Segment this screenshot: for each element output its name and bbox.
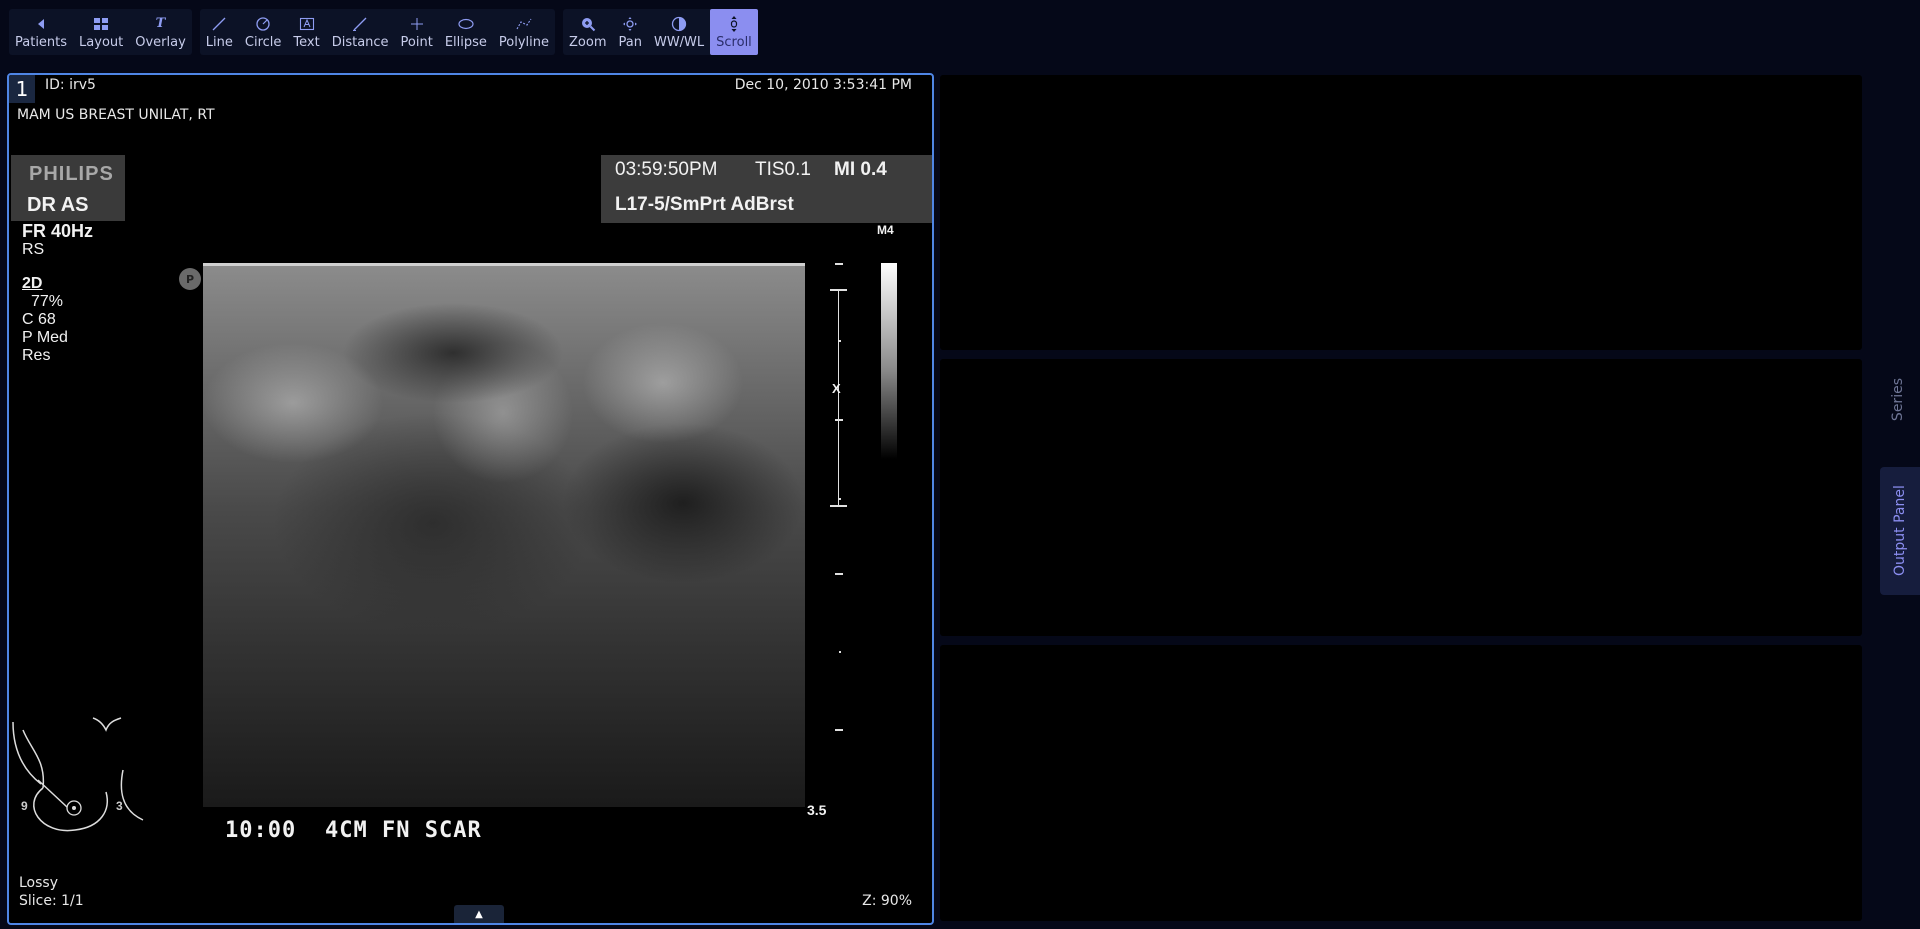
circle-icon: [254, 15, 272, 33]
contrast-icon: [670, 15, 688, 33]
viewport-4[interactable]: [940, 645, 1862, 921]
overlay-button[interactable]: T Overlay: [129, 9, 192, 55]
ellipse-button[interactable]: Ellipse: [439, 9, 493, 55]
persistence-setting: P Med: [22, 329, 68, 346]
frame-rate: FR 40Hz: [22, 221, 94, 241]
point-label: Point: [400, 34, 433, 50]
bodymark-right-label: 3: [116, 799, 123, 813]
distance-label: Distance: [331, 34, 389, 50]
text-italic-icon: T: [155, 16, 166, 31]
acquisition-time: 03:59:50PM: [615, 159, 718, 180]
viewport-3[interactable]: [940, 359, 1862, 636]
patient-id: ID: irv5: [45, 77, 96, 93]
focus-range-bottom: [830, 505, 847, 507]
depth-dot: [839, 498, 841, 500]
pan-label: Pan: [618, 34, 642, 50]
patients-label: Patients: [15, 34, 68, 50]
text-box-icon: [298, 15, 316, 33]
resolution-setting: Res: [22, 347, 51, 364]
layout-label: Layout: [79, 34, 124, 50]
annotation-clock: 10:00: [225, 818, 297, 843]
probe-preset: L17-5/SmPrt AdBrst: [615, 194, 794, 215]
polyline-label: Polyline: [498, 34, 550, 50]
zoom-button[interactable]: Zoom: [563, 9, 612, 55]
compression-setting: C 68: [22, 311, 56, 328]
bodymark-left-label: 9: [21, 799, 28, 813]
distance-button[interactable]: Distance: [326, 9, 395, 55]
ellipse-icon: [457, 15, 475, 33]
viewport-index: 1: [9, 75, 35, 103]
point-icon: [408, 15, 426, 33]
scroll-icon: [725, 15, 743, 33]
toolbar-group-navigation: Patients Layout T Overlay: [9, 9, 192, 55]
chevron-up-icon: ▲: [475, 908, 483, 920]
focus-range-top: [830, 289, 847, 291]
gain-label: 77%: [31, 293, 64, 310]
ellipse-label: Ellipse: [444, 34, 487, 50]
toolbar-group-view: Zoom Pan WW/WL Scroll: [563, 9, 758, 55]
point-button[interactable]: Point: [395, 9, 439, 55]
line-icon: [210, 15, 228, 33]
scroll-button[interactable]: Scroll: [710, 9, 758, 55]
depth-tick: [835, 419, 843, 421]
distance-icon: [351, 15, 369, 33]
grid-icon: [92, 15, 110, 33]
circle-label: Circle: [244, 34, 282, 50]
slice-indicator: Slice: 1/1: [19, 893, 84, 909]
toolbar: Patients Layout T Overlay Line Circle Te…: [9, 9, 758, 55]
text-button[interactable]: Text: [287, 9, 325, 55]
tis-value: TIS0.1: [755, 159, 811, 180]
breast-bodymark-icon: [12, 717, 144, 832]
output-panel-tab[interactable]: Output Panel: [1880, 467, 1920, 595]
zoom-icon: [579, 15, 597, 33]
mi-value: MI 0.4: [834, 159, 887, 180]
transducer-edge: [203, 263, 805, 266]
text-label: Text: [293, 34, 320, 50]
depth-tick: [835, 729, 843, 731]
polyline-button[interactable]: Polyline: [493, 9, 555, 55]
viewport-2[interactable]: [940, 75, 1862, 350]
map-label: M4: [877, 223, 894, 237]
pan-button[interactable]: Pan: [613, 9, 648, 55]
overlay-label: Overlay: [135, 34, 186, 50]
probe-orientation-marker: P: [179, 268, 201, 290]
mode-label: 2D: [22, 275, 43, 292]
study-datetime: Dec 10, 2010 3:53:41 PM: [734, 77, 912, 93]
brand-logo: PHILIPS: [29, 163, 114, 185]
focus-range-line: [838, 290, 839, 506]
compression-status: Lossy: [19, 875, 58, 891]
depth-dot: [839, 340, 841, 342]
wwwl-button[interactable]: WW/WL: [648, 9, 710, 55]
layout-button[interactable]: Layout: [73, 9, 129, 55]
zoom-indicator: Z: 90%: [862, 893, 912, 909]
ultrasound-image: [203, 263, 805, 807]
grayscale-bar: [881, 263, 897, 459]
line-button[interactable]: Line: [200, 9, 239, 55]
pan-icon: [621, 15, 639, 33]
expand-panel-button[interactable]: ▲: [454, 905, 504, 923]
main-viewport[interactable]: 1 ID: irv5 Dec 10, 2010 3:53:41 PM MAM U…: [7, 73, 934, 925]
circle-button[interactable]: Circle: [239, 9, 288, 55]
operator-label: DR AS: [27, 194, 89, 216]
depth-tick: [835, 573, 843, 575]
line-label: Line: [205, 34, 233, 50]
series-tab[interactable]: Series: [1890, 378, 1906, 421]
annotation-text: 4CM FN SCAR: [325, 818, 482, 843]
rs-label: RS: [22, 241, 45, 258]
depth-value: 3.5: [807, 802, 827, 818]
wwwl-label: WW/WL: [653, 34, 705, 50]
study-description: MAM US BREAST UNILAT, RT: [17, 107, 215, 123]
depth-dot: [839, 651, 841, 653]
depth-tick: [835, 263, 843, 265]
patients-button[interactable]: Patients: [9, 9, 73, 55]
chevron-left-icon: [32, 15, 50, 33]
zoom-label: Zoom: [569, 34, 607, 50]
focus-marker: X: [832, 381, 841, 396]
polyline-icon: [515, 15, 533, 33]
toolbar-group-annotate: Line Circle Text Distance Point Ellipse …: [199, 9, 556, 55]
scroll-label: Scroll: [716, 34, 752, 50]
